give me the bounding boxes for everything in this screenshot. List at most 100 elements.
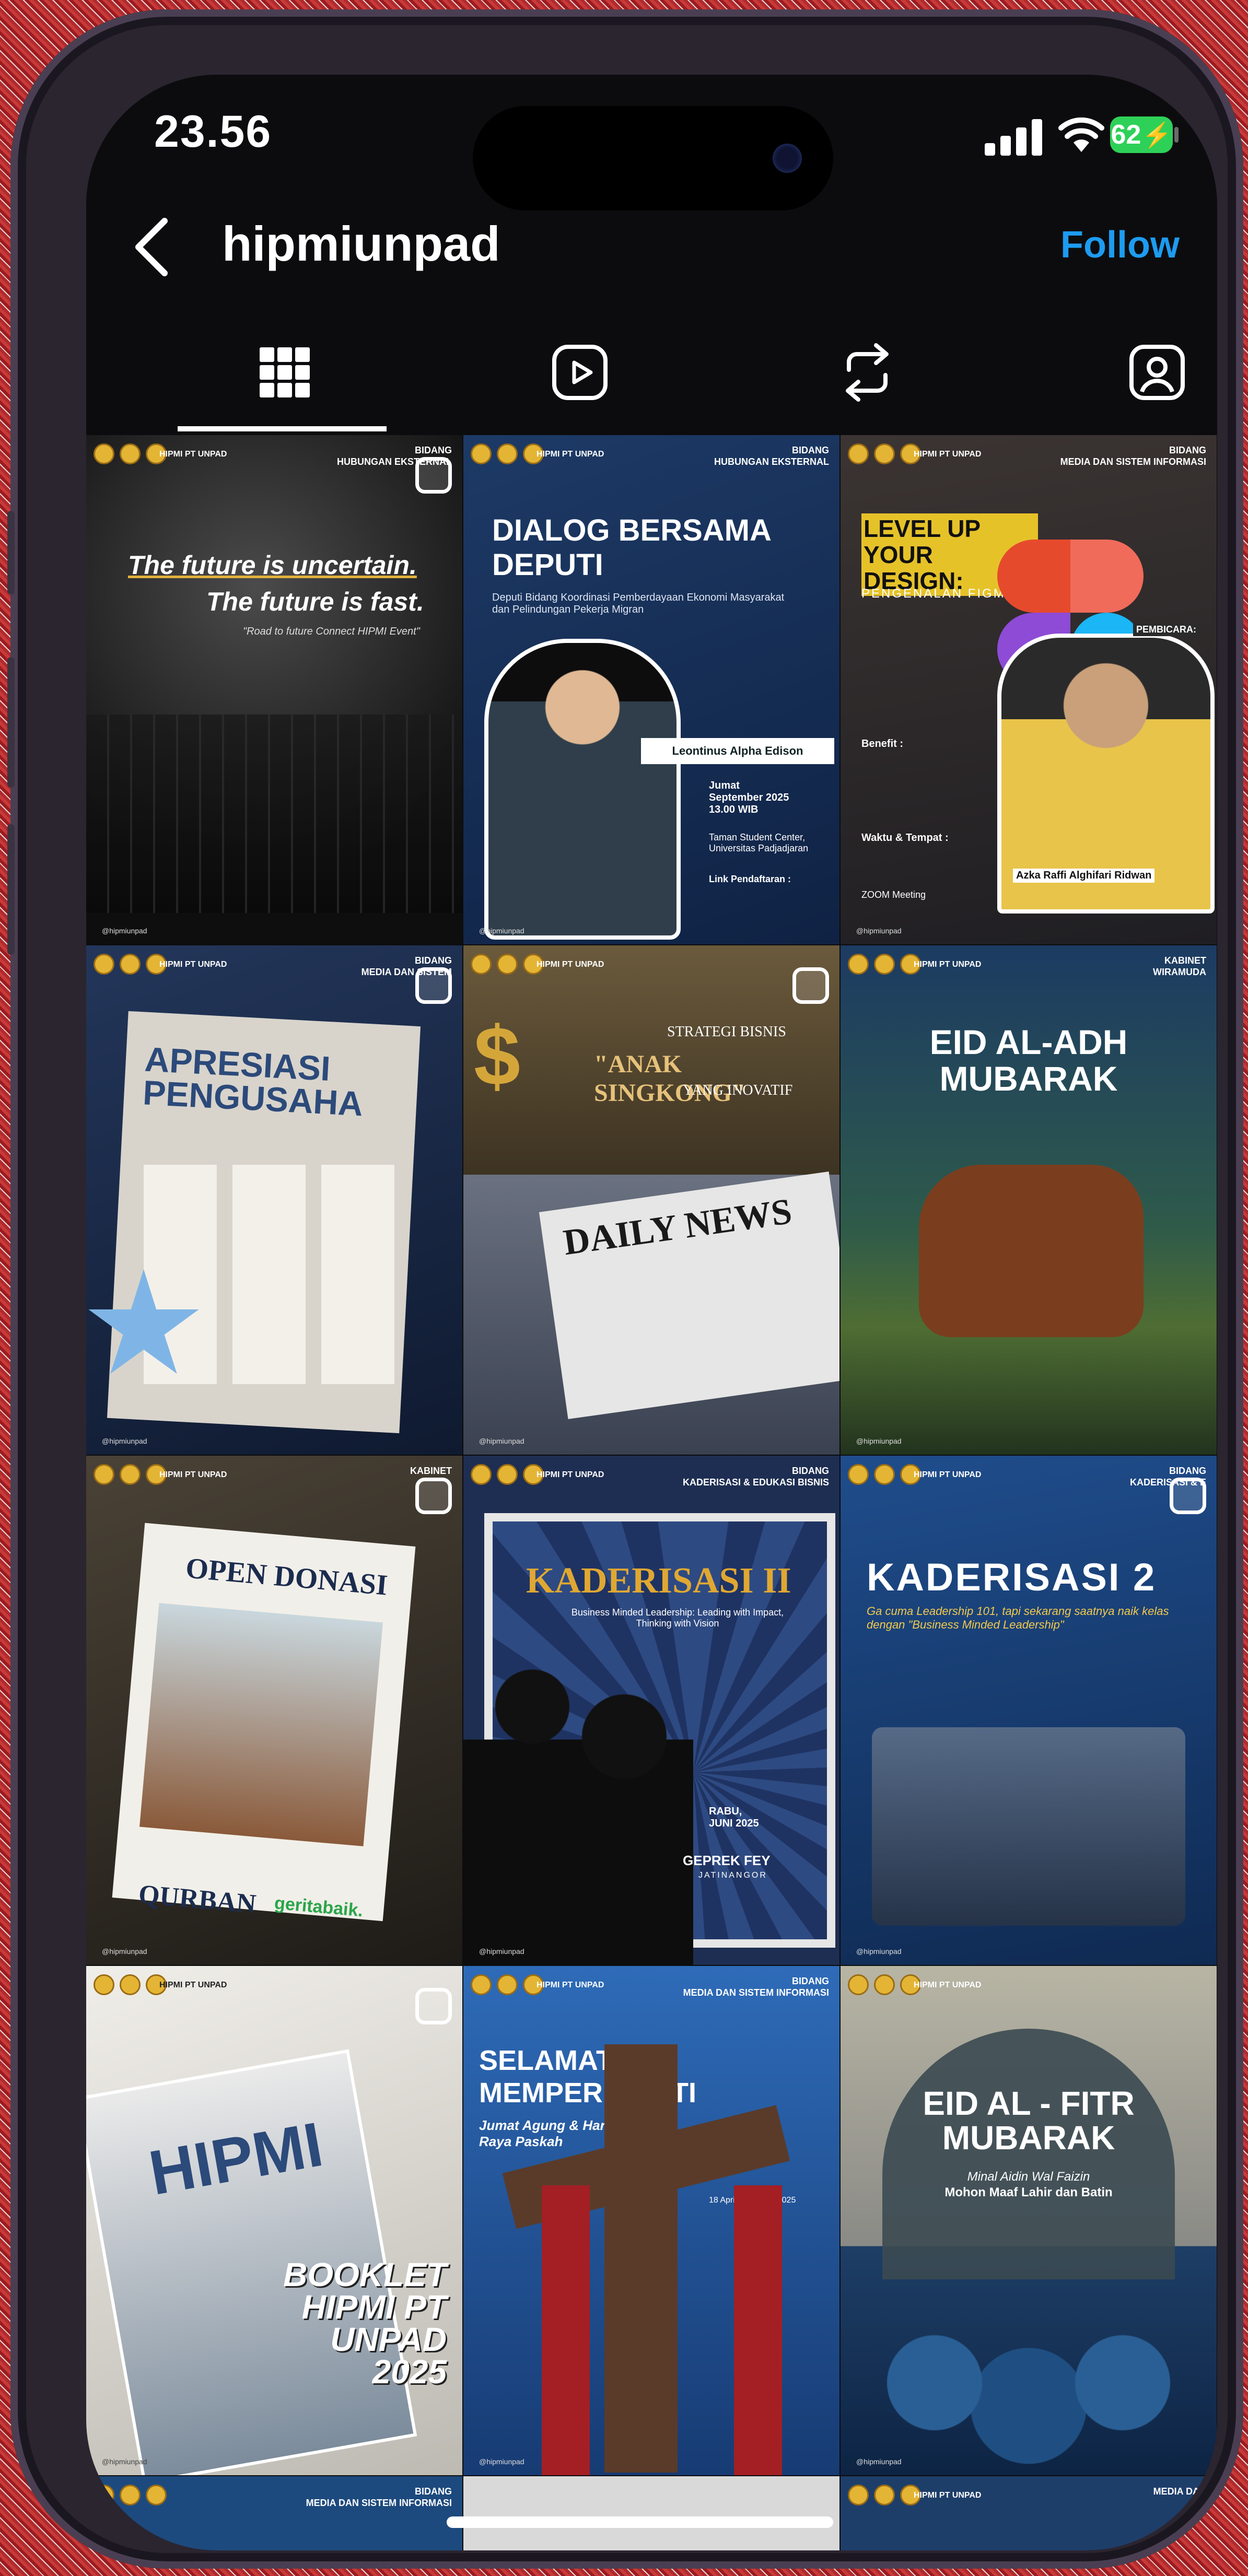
post-subtitle: PENGENALAN FIGMA <box>861 587 1016 601</box>
org-logos <box>471 954 544 975</box>
status-time: 23.56 <box>154 107 272 157</box>
reel-indicator-icon <box>415 457 452 494</box>
post-tile-9[interactable]: HIPMI PT UNPAD BIDANG KADERISASI & E KAD… <box>841 1456 1217 1965</box>
city-skyline <box>86 715 462 913</box>
speaker-name: Leontinus Alpha Edison <box>672 744 803 757</box>
org-name: HIPMI PT UNPAD <box>914 960 982 969</box>
dollar-icon: $ <box>474 1009 520 1103</box>
tab-grid[interactable] <box>206 320 363 425</box>
registration-link: Link Pendaftaran : <box>709 874 791 884</box>
org-name: HIPMI PT UNPAD <box>914 2491 982 2500</box>
org-name: HIPMI PT UNPAD <box>536 450 604 459</box>
post-tile-4[interactable]: HIPMI PT UNPAD BIDANG MEDIA DAN SISTEM A… <box>86 945 462 1455</box>
reels-play-icon <box>552 345 608 400</box>
post-division: BIDANG HUBUNGAN EKSTERNAL <box>714 445 829 467</box>
post-division: KABINET WIRAMUDA <box>1153 955 1206 977</box>
post-subtitle: Ga cuma Leadership 101, tapi sekarang sa… <box>867 1605 1169 1631</box>
post-title: DIALOG BERSAMA DEPUTI <box>492 513 771 582</box>
laptop-photo <box>872 1727 1185 1926</box>
org-name: HIPMI PT UNPAD <box>159 1981 227 1989</box>
event-place-sub: JATINANGOR <box>698 1871 767 1880</box>
post-tile-13[interactable]: BIDANG MEDIA DAN SISTEM INFORMASI <box>86 2476 462 2550</box>
follow-button[interactable]: Follow <box>1060 224 1180 266</box>
post-subtitle: Minal Aidin Wal Faizin <box>967 2170 1090 2184</box>
event-place: GEPREK FEY <box>683 1853 771 1868</box>
post-division: MEDIA DAN <box>1153 2486 1206 2497</box>
screen: 23.56 62 ⚡ hipmiunpad Follow HIPMI PT UN… <box>86 75 1217 2550</box>
post-footer-handle: @hipmiunpad <box>479 2457 524 2466</box>
org-name: HIPMI PT UNPAD <box>159 1470 227 1479</box>
mosque-domes <box>841 2321 1217 2475</box>
post-footer-handle: @hipmiunpad <box>102 1437 147 1445</box>
post-footer-handle: @hipmiunpad <box>479 927 524 935</box>
post-tile-2[interactable]: HIPMI PT UNPAD BIDANG HUBUNGAN EKSTERNAL… <box>463 435 839 944</box>
post-subtitle: "Road to future Connect HIPMI Event" <box>243 626 420 637</box>
post-tile-10[interactable]: HIPMI PT UNPAD HIPMI BOOKLET HIPMI PT UN… <box>86 1966 462 2475</box>
post-division: BIDANG MEDIA DAN SISTEM INFORMASI <box>683 1976 829 1998</box>
post-title: EID AL - FITR MUBARAK <box>923 2085 1135 2157</box>
post-footer-handle: @hipmiunpad <box>102 927 147 935</box>
battery-tip <box>1174 127 1179 143</box>
post-footer-handle: @hipmiunpad <box>856 927 902 935</box>
back-chevron-icon[interactable] <box>128 216 175 278</box>
event-date: RABU, JUNI 2025 <box>709 1806 759 1829</box>
event-place: Taman Student Center, Universitas Padjad… <box>709 832 809 853</box>
post-tile-3[interactable]: HIPMI PT UNPAD BIDANG MEDIA DAN SISTEM I… <box>841 435 1217 944</box>
home-indicator[interactable] <box>447 2516 833 2528</box>
grid-icon <box>260 347 310 397</box>
phone-frame: 23.56 62 ⚡ hipmiunpad Follow HIPMI PT UN… <box>7 9 1243 2569</box>
benefit-label: Benefit : <box>861 738 903 750</box>
phone-volume-down <box>7 824 15 955</box>
org-logos <box>848 1974 921 1995</box>
reel-indicator-icon <box>792 967 829 1004</box>
battery-level: 62 <box>1111 120 1141 150</box>
post-footer-handle: @hipmiunpad <box>479 1947 524 1956</box>
photo-grid <box>144 1165 394 1384</box>
post-tile-8[interactable]: HIPMI PT UNPAD BIDANG KADERISASI & EDUKA… <box>463 1456 839 1965</box>
silhouette-people <box>463 1665 693 1965</box>
post-footer-handle: @hipmiunpad <box>856 1437 902 1445</box>
org-logos <box>94 954 167 975</box>
post-tile-6[interactable]: HIPMI PT UNPAD KABINET WIRAMUDA EID AL-A… <box>841 945 1217 1455</box>
org-name: HIPMI PT UNPAD <box>536 960 604 969</box>
post-footer-handle: @hipmiunpad <box>856 2457 902 2466</box>
tab-reposts[interactable] <box>789 320 946 425</box>
org-name: HIPMI PT UNPAD <box>914 450 982 459</box>
post-title-line2: YANG INOVATIF <box>683 1082 793 1098</box>
post-tile-12[interactable]: HIPMI PT UNPAD EID AL - FITR MUBARAK Min… <box>841 1966 1217 2475</box>
post-headline-1: The future is uncertain. <box>128 551 417 580</box>
org-logos <box>94 1974 167 1995</box>
camera-lens <box>773 144 802 173</box>
post-footer-handle: @hipmiunpad <box>102 2457 147 2466</box>
post-footer-handle: @hipmiunpad <box>856 1947 902 1956</box>
tab-tagged[interactable] <box>1079 320 1217 425</box>
post-tile-1[interactable]: HIPMI PT UNPAD BIDANG HUBUNGAN EKSTERNAL… <box>86 435 462 944</box>
org-name: HIPMI PT UNPAD <box>536 1470 604 1479</box>
post-tile-7[interactable]: HIPMI PT UNPAD KABINET OPEN DONASI QURBA… <box>86 1456 462 1965</box>
org-logos <box>848 2485 921 2505</box>
post-subtitle: Jumat Agung & Hari Raya Paskah <box>479 2117 609 2149</box>
post-footer-handle: @hipmiunpad <box>102 1947 147 1956</box>
org-logos <box>471 443 544 464</box>
phone-side-button <box>7 511 15 594</box>
post-title: KADERISASI 2 <box>867 1555 1157 1599</box>
org-logos <box>471 1464 544 1485</box>
active-tab-indicator <box>178 426 387 431</box>
post-division: BIDANG MEDIA DAN SISTEM INFORMASI <box>1060 445 1206 467</box>
tab-reels[interactable] <box>501 320 658 425</box>
post-subtitle: Business Minded Leadership: Leading with… <box>571 1607 784 1629</box>
reel-indicator-icon <box>415 967 452 1004</box>
charging-icon: ⚡ <box>1142 121 1172 148</box>
dynamic-island <box>473 106 833 210</box>
post-headline-2: The future is fast. <box>206 587 424 616</box>
post-subtitle: Deputi Bidang Koordinasi Pemberdayaan Ek… <box>492 592 785 615</box>
post-tile-5[interactable]: HIPMI PT UNPAD $ STRATEGI BISNIS "ANAK S… <box>463 945 839 1455</box>
post-tile-15[interactable]: HIPMI PT UNPAD MEDIA DAN <box>841 2476 1217 2550</box>
speaker-name: Azka Raffi Alghifari Ridwan <box>1013 869 1155 883</box>
post-division: KABINET <box>410 1466 452 1476</box>
post-tile-14[interactable] <box>463 2476 839 2550</box>
org-logos <box>848 443 921 464</box>
post-tile-11[interactable]: HIPMI PT UNPAD BIDANG MEDIA DAN SISTEM I… <box>463 1966 839 2475</box>
org-name: HIPMI PT UNPAD <box>159 450 227 459</box>
org-name: HIPMI PT UNPAD <box>536 1981 604 1989</box>
